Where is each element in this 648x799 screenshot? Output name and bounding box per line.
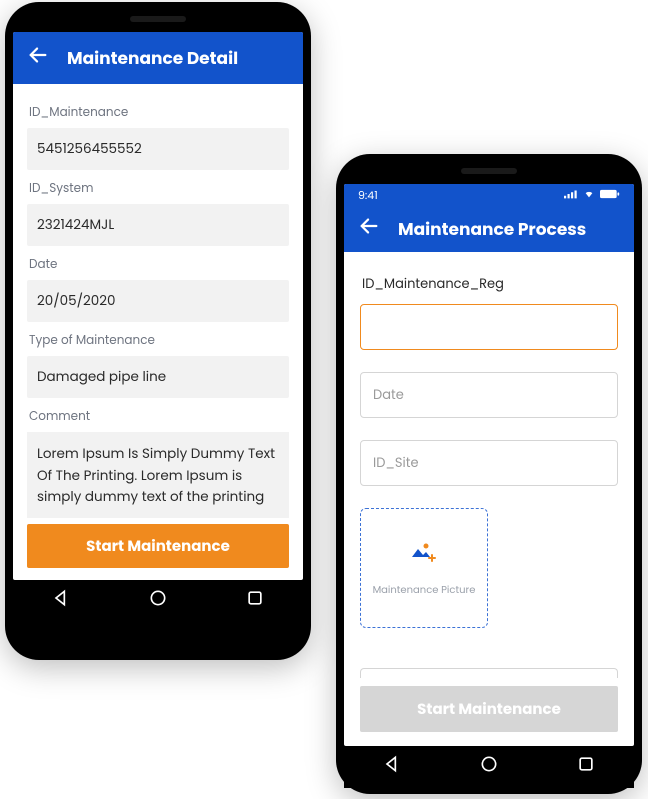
partial-input[interactable] (360, 668, 618, 678)
nav-back-icon[interactable] (51, 588, 71, 615)
id-site-input[interactable]: ID_Site (360, 440, 618, 486)
comment-label: Comment (27, 398, 289, 432)
id-reg-label: ID_Maintenance_Reg (360, 270, 618, 304)
date-input[interactable]: Date (360, 372, 618, 418)
nav-home-icon[interactable] (148, 588, 168, 615)
id-maintenance-label: ID_Maintenance (27, 94, 289, 128)
date-value: 20/05/2020 (27, 280, 289, 322)
app-bar: Maintenance Detail (13, 32, 303, 84)
id-maintenance-value: 5451256455552 (27, 128, 289, 170)
phone-right: 9:41 Maintenance Process ID_Maintenance_… (336, 154, 642, 794)
id-reg-input[interactable] (360, 304, 618, 350)
signal-icon (564, 187, 578, 204)
status-icons (564, 187, 620, 204)
status-time: 9:41 (358, 187, 378, 204)
nav-recent-icon[interactable] (576, 754, 596, 781)
screen-left: Maintenance Detail ID_Maintenance 545125… (13, 32, 303, 580)
form-content: ID_Maintenance_Reg Date ID_Site (344, 252, 634, 628)
id-system-label: ID_System (27, 170, 289, 204)
id-system-value: 2321424MJL (27, 204, 289, 246)
wifi-icon (582, 187, 596, 204)
id-site-placeholder: ID_Site (373, 453, 419, 473)
phone-left: Maintenance Detail ID_Maintenance 545125… (5, 2, 311, 660)
phone-speaker (461, 168, 517, 174)
nav-home-icon[interactable] (479, 754, 499, 781)
upload-caption: Maintenance Picture (373, 582, 476, 598)
android-navbar (13, 580, 303, 622)
status-bar: 9:41 (344, 184, 634, 206)
back-arrow-icon[interactable] (27, 44, 49, 73)
start-maintenance-button[interactable]: Start Maintenance (27, 524, 289, 568)
form-content: ID_Maintenance 5451256455552 ID_System 2… (13, 84, 303, 518)
upload-image-icon (409, 539, 439, 572)
type-label: Type of Maintenance (27, 322, 289, 356)
type-value: Damaged pipe line (27, 356, 289, 398)
date-label: Date (27, 246, 289, 280)
android-navbar (344, 746, 634, 788)
comment-value: Lorem Ipsum Is Simply Dummy Text Of The … (27, 432, 289, 518)
maintenance-picture-upload[interactable]: Maintenance Picture (360, 508, 488, 628)
start-maintenance-button-label: Start Maintenance (86, 535, 230, 558)
battery-icon (600, 187, 620, 204)
nav-recent-icon[interactable] (245, 588, 265, 615)
phone-speaker (130, 16, 186, 22)
screen-right: 9:41 Maintenance Process ID_Maintenance_… (344, 184, 634, 746)
start-maintenance-button[interactable]: Start Maintenance (360, 686, 618, 732)
page-title: Maintenance Detail (67, 45, 238, 71)
date-placeholder: Date (373, 385, 404, 405)
nav-back-icon[interactable] (382, 754, 402, 781)
app-bar: Maintenance Process (344, 206, 634, 252)
start-maintenance-button-label: Start Maintenance (417, 698, 561, 721)
page-title: Maintenance Process (398, 216, 586, 242)
back-arrow-icon[interactable] (358, 215, 380, 244)
